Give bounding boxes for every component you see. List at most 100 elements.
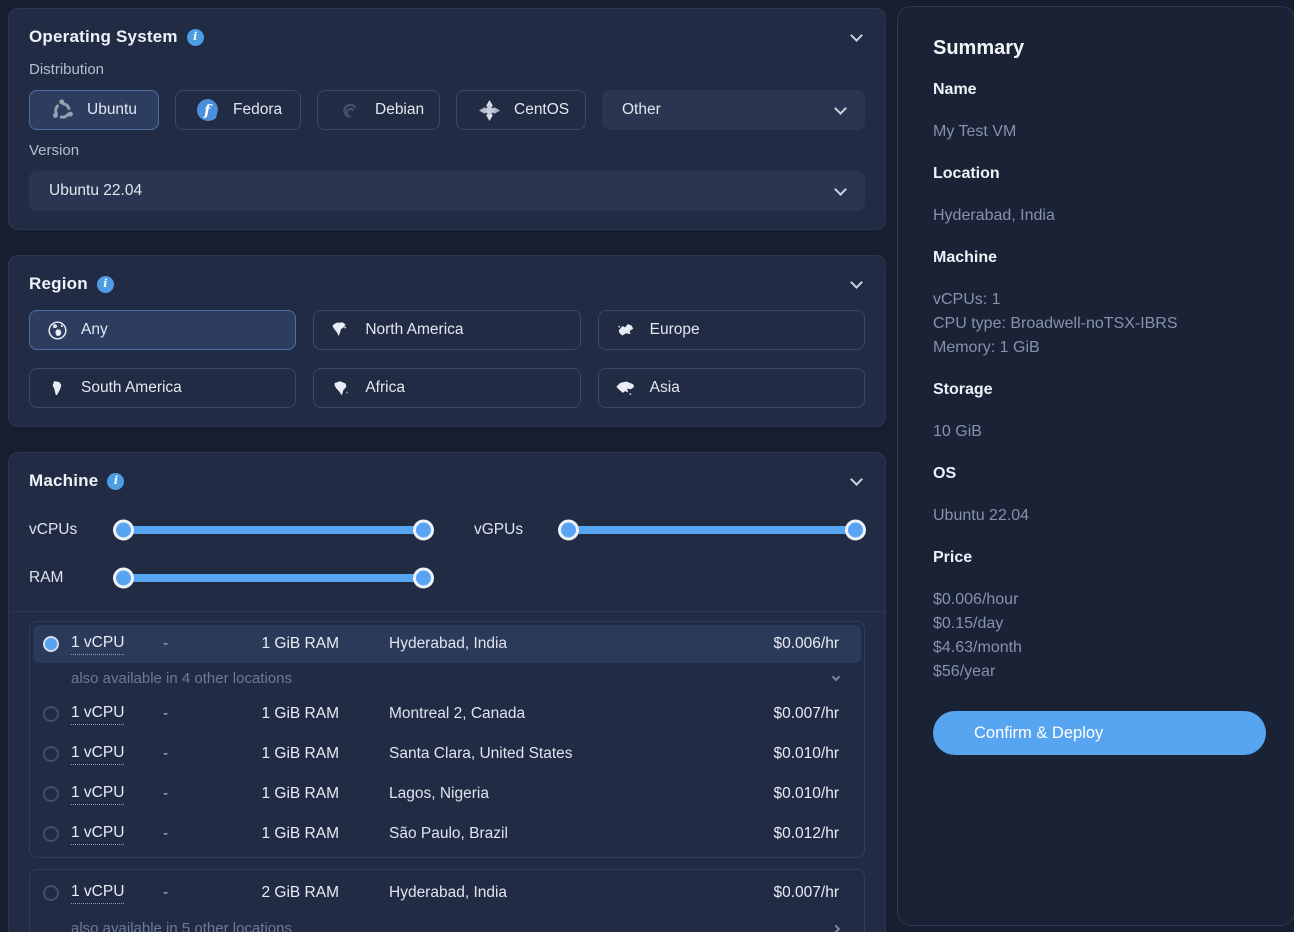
info-icon[interactable]: i: [97, 276, 114, 293]
region-button-africa[interactable]: Africa: [313, 368, 580, 408]
slider-handle-max[interactable]: [413, 520, 434, 541]
radio-icon[interactable]: [43, 826, 59, 842]
distro-button-fedora[interactable]: f Fedora: [175, 90, 301, 130]
region-title: Region: [29, 274, 88, 294]
plan-vcpu: 1 vCPU: [71, 634, 124, 655]
distro-label: CentOS: [514, 101, 569, 119]
chevron-down-icon: [832, 672, 840, 680]
ubuntu-logo-icon: [50, 98, 74, 122]
distro-button-centos[interactable]: CentOS: [456, 90, 586, 130]
slider-handle-max[interactable]: [845, 520, 866, 541]
distribution-buttons: Ubuntu f Fedora Debian: [29, 90, 865, 130]
radio-icon[interactable]: [43, 786, 59, 802]
plan-vcpu: 1 vCPU: [71, 704, 124, 725]
asia-icon: [615, 378, 637, 398]
confirm-deploy-button[interactable]: Confirm & Deploy: [933, 711, 1266, 755]
slider-handle-min[interactable]: [113, 568, 134, 589]
plan-row[interactable]: 1 vCPU - 1 GiB RAM Montreal 2, Canada $0…: [33, 694, 861, 734]
vgpus-slider-label: vGPUs: [474, 521, 559, 539]
plan-row-selected[interactable]: 1 vCPU - 1 GiB RAM Hyderabad, India $0.0…: [33, 625, 861, 663]
info-icon[interactable]: i: [107, 473, 124, 490]
plan-price: $0.006/hr: [774, 635, 840, 653]
slider-handle-min[interactable]: [113, 520, 134, 541]
other-distro-value: Other: [622, 101, 661, 119]
machine-section: Machine i vCPUs vGPUs RAM: [8, 452, 886, 932]
globe-icon: [46, 320, 68, 340]
south-america-icon: [46, 378, 68, 398]
plan-row[interactable]: 1 vCPU - 2 GiB RAM Hyderabad, India $0.0…: [33, 873, 861, 913]
plan-separator: -: [163, 745, 209, 763]
distro-button-ubuntu[interactable]: Ubuntu: [29, 90, 159, 130]
distro-button-debian[interactable]: Debian: [317, 90, 440, 130]
version-label: Version: [29, 142, 865, 159]
info-icon[interactable]: i: [187, 29, 204, 46]
plan-price: $0.012/hr: [774, 825, 840, 843]
region-button-north-america[interactable]: North America: [313, 310, 580, 350]
radio-icon[interactable]: [43, 746, 59, 762]
more-locations-toggle[interactable]: also available in 5 other locations: [33, 913, 861, 932]
region-label: South America: [81, 379, 182, 397]
vgpus-range-slider[interactable]: [559, 526, 865, 534]
region-buttons: Any North America Europe: [29, 310, 865, 408]
plan-location: Hyderabad, India: [389, 635, 774, 653]
more-locations-label: also available in 5 other locations: [71, 920, 292, 932]
operating-system-section: Operating System i Distribution Ubuntu: [8, 8, 886, 230]
vgpus-slider-row: vGPUs: [474, 513, 865, 547]
summary-os-value: Ubuntu 22.04: [933, 504, 1266, 528]
plan-location: São Paulo, Brazil: [389, 825, 774, 843]
summary-location-label: Location: [933, 165, 1266, 183]
debian-logo-icon: [338, 98, 362, 122]
operating-system-title: Operating System: [29, 27, 178, 47]
slider-handle-max[interactable]: [413, 568, 434, 589]
chevron-down-icon[interactable]: [850, 276, 863, 289]
centos-logo-icon: [477, 98, 501, 122]
slider-handle-min[interactable]: [558, 520, 579, 541]
north-america-icon: [330, 320, 352, 340]
summary-title: Summary: [933, 37, 1266, 60]
divider: [9, 611, 885, 612]
plan-ram: 1 GiB RAM: [209, 745, 339, 763]
chevron-down-icon: [834, 183, 847, 196]
region-button-europe[interactable]: Europe: [598, 310, 865, 350]
plan-ram: 1 GiB RAM: [209, 825, 339, 843]
radio-icon[interactable]: [43, 706, 59, 722]
plan-group: 1 vCPU - 1 GiB RAM Hyderabad, India $0.0…: [29, 621, 865, 858]
plan-row[interactable]: 1 vCPU - 1 GiB RAM Santa Clara, United S…: [33, 734, 861, 774]
plan-price: $0.010/hr: [774, 785, 840, 803]
summary-price-year: $56/year: [933, 660, 1266, 684]
summary-price-month: $4.63/month: [933, 636, 1266, 660]
region-button-any[interactable]: Any: [29, 310, 296, 350]
ram-range-slider[interactable]: [114, 574, 433, 582]
plan-location: Lagos, Nigeria: [389, 785, 774, 803]
africa-icon: [330, 378, 352, 398]
region-button-asia[interactable]: Asia: [598, 368, 865, 408]
machine-title: Machine: [29, 471, 98, 491]
region-button-south-america[interactable]: South America: [29, 368, 296, 408]
vcpus-range-slider[interactable]: [114, 526, 433, 534]
plan-location: Montreal 2, Canada: [389, 705, 774, 723]
ram-slider-row: RAM: [29, 561, 433, 595]
radio-icon[interactable]: [43, 885, 59, 901]
chevron-down-icon[interactable]: [850, 473, 863, 486]
other-distro-select[interactable]: Other: [602, 90, 865, 130]
plan-location: Hyderabad, India: [389, 884, 774, 902]
more-locations-label: also available in 4 other locations: [71, 670, 292, 687]
summary-price-label: Price: [933, 549, 1266, 567]
plan-row[interactable]: 1 vCPU - 1 GiB RAM São Paulo, Brazil $0.…: [33, 814, 861, 854]
region-label: Africa: [365, 379, 405, 397]
plan-ram: 1 GiB RAM: [209, 785, 339, 803]
chevron-down-icon[interactable]: [850, 29, 863, 42]
plan-separator: -: [163, 635, 209, 653]
plan-separator: -: [163, 705, 209, 723]
plan-row[interactable]: 1 vCPU - 1 GiB RAM Lagos, Nigeria $0.010…: [33, 774, 861, 814]
more-locations-toggle[interactable]: also available in 4 other locations: [33, 663, 861, 694]
summary-name-value: My Test VM: [933, 120, 1266, 144]
distro-label: Debian: [375, 101, 424, 119]
summary-price-day: $0.15/day: [933, 612, 1266, 636]
version-select[interactable]: Ubuntu 22.04: [29, 171, 865, 211]
plan-vcpu: 1 vCPU: [71, 883, 124, 904]
radio-selected-icon[interactable]: [43, 636, 59, 652]
summary-machine-vcpus: vCPUs: 1: [933, 288, 1266, 312]
summary-storage-label: Storage: [933, 381, 1266, 399]
plan-price: $0.010/hr: [774, 745, 840, 763]
